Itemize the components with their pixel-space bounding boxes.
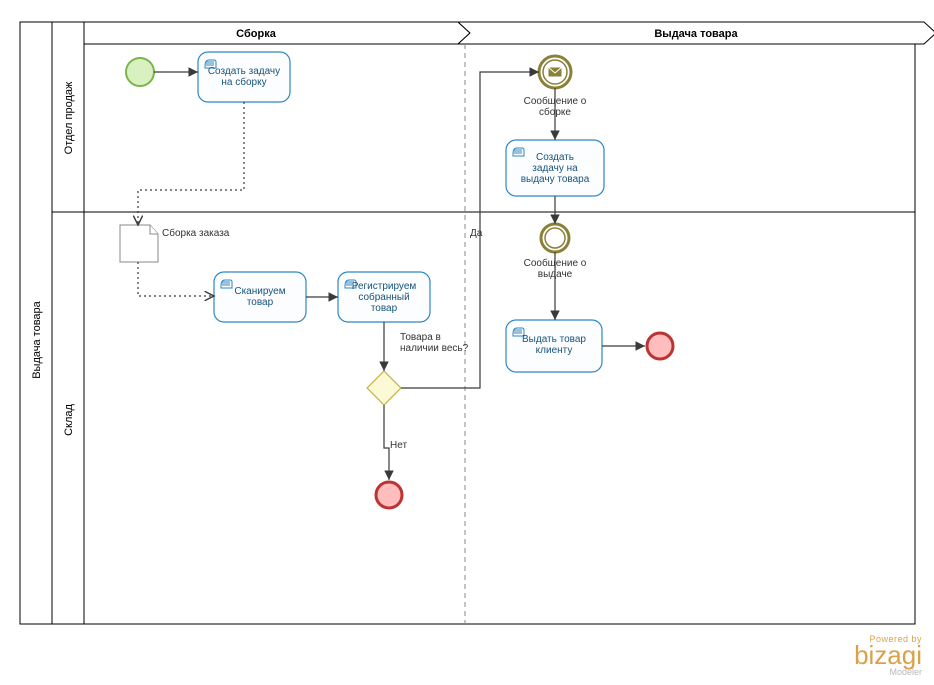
flow-yes-label: Да	[470, 228, 483, 239]
artifact-order-doc[interactable]: Сборка заказа	[120, 225, 230, 262]
phase-delivery-label: Выдача товара	[654, 28, 738, 40]
task-register[interactable]: Регистрируемсобранныйтовар	[338, 272, 430, 322]
task-scan[interactable]: Сканируемтовар	[214, 272, 306, 322]
flow-no-label: Нет	[390, 440, 407, 451]
pool: Выдача товара Отдел продаж Склад	[20, 22, 915, 624]
bizagi-logo: Powered by bizagi Modeler	[854, 634, 922, 677]
task-create-delivery[interactable]: Создатьзадачу навыдачу товара	[506, 140, 604, 196]
artifact-order-doc-label: Сборка заказа	[162, 227, 230, 239]
gateway-question: Товара вналичии весь?	[400, 332, 469, 354]
end-event-final[interactable]	[647, 333, 673, 359]
task-create-assembly[interactable]: Создать задачуна сборку	[198, 52, 290, 102]
lane-warehouse-title: Склад	[63, 404, 75, 436]
end-event-no[interactable]	[376, 482, 402, 508]
task-issue[interactable]: Выдать товарклиенту	[506, 320, 602, 372]
gateway-stock-check[interactable]: Товара вналичии весь?	[367, 332, 469, 405]
phase-assembly-label: Сборка	[236, 28, 277, 40]
diagram-canvas: Выдача товара Отдел продаж Склад Сборка …	[0, 0, 934, 685]
start-event[interactable]	[126, 58, 154, 86]
pool-title: Выдача товара	[31, 300, 43, 378]
lane-sales-title: Отдел продаж	[63, 81, 75, 154]
